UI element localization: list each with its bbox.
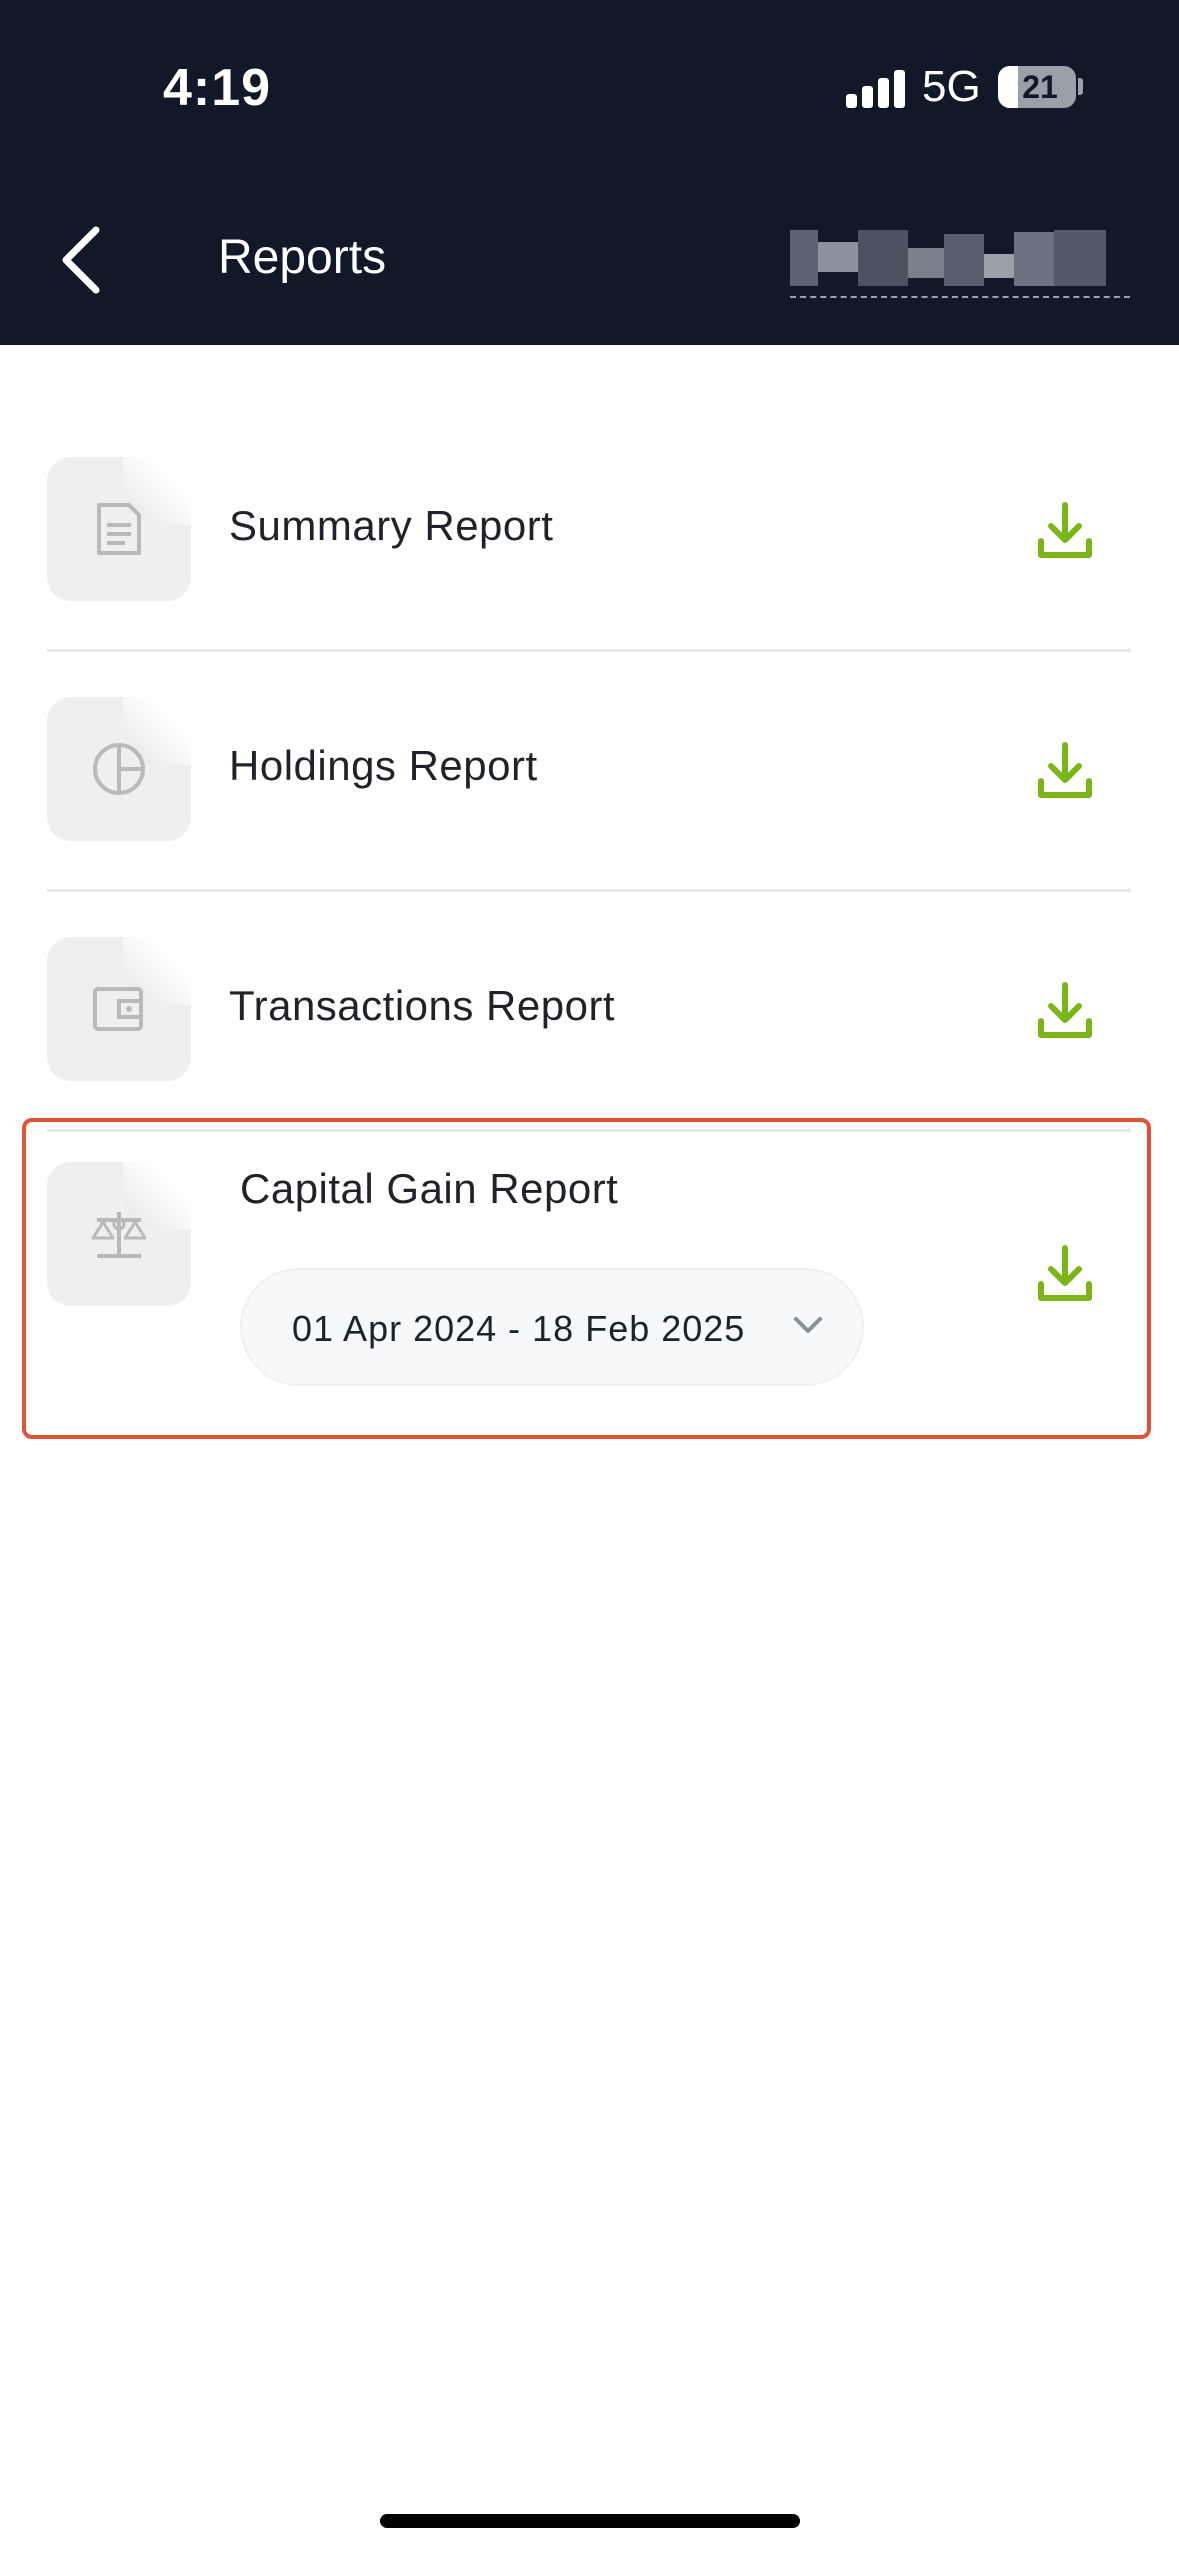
account-selector[interactable]	[790, 228, 1130, 298]
report-title: Transactions Report	[229, 982, 616, 1029]
download-icon	[1038, 742, 1092, 798]
battery-icon: 21	[998, 66, 1076, 108]
report-icon-tile	[47, 1162, 191, 1306]
chevron-down-icon	[794, 1317, 822, 1333]
report-row-holdings[interactable]: Holdings Report	[47, 652, 1131, 892]
home-indicator[interactable]	[380, 2514, 800, 2528]
scales-icon	[91, 1212, 147, 1258]
report-icon-tile	[47, 697, 191, 841]
battery-level: 21	[1022, 69, 1058, 105]
download-button[interactable]	[1031, 737, 1099, 805]
signal-icon	[846, 70, 906, 108]
battery-cap	[1078, 78, 1083, 95]
pie-chart-icon	[93, 743, 145, 795]
back-button[interactable]	[52, 222, 112, 298]
report-title: Capital Gain Report	[240, 1165, 619, 1212]
app-header: 4:19 5G 21 Reports	[0, 0, 1179, 345]
download-icon	[1038, 982, 1092, 1038]
download-button[interactable]	[1031, 977, 1099, 1045]
network-type: 5G	[922, 62, 981, 111]
date-range-value: 01 Apr 2024 - 18 Feb 2025	[292, 1308, 746, 1349]
report-icon-tile	[47, 457, 191, 601]
document-icon	[97, 503, 141, 555]
report-title: Holdings Report	[229, 742, 538, 789]
wallet-icon	[93, 987, 143, 1031]
chevron-left-icon	[62, 226, 100, 294]
download-button[interactable]	[1031, 1240, 1099, 1308]
report-row-summary[interactable]: Summary Report	[47, 412, 1131, 652]
download-button[interactable]	[1031, 497, 1099, 565]
report-icon-tile	[47, 937, 191, 1081]
page-title: Reports	[218, 231, 387, 284]
status-time: 4:19	[163, 59, 272, 117]
download-icon	[1038, 1245, 1092, 1301]
download-icon	[1038, 502, 1092, 558]
date-range-dropdown[interactable]: 01 Apr 2024 - 18 Feb 2025	[240, 1268, 864, 1386]
report-title: Summary Report	[229, 502, 554, 549]
report-row-transactions[interactable]: Transactions Report	[47, 892, 1131, 1132]
